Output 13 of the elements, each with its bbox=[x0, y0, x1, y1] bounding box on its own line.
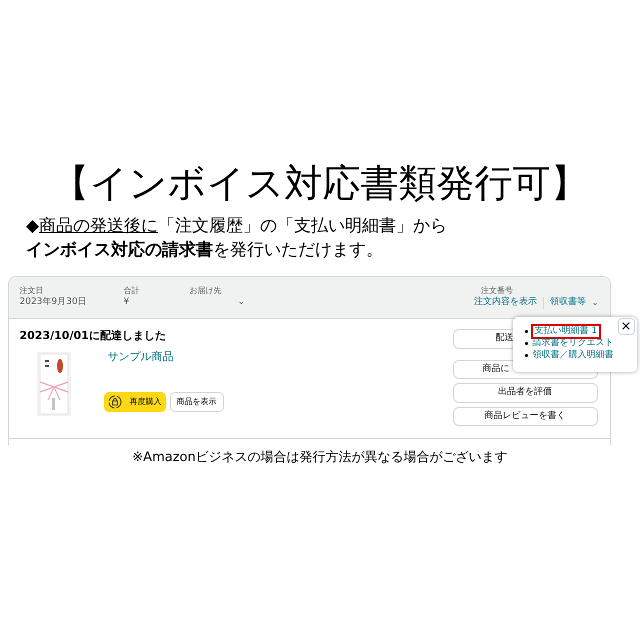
delivery-status: 2023/10/01に配達しました bbox=[20, 328, 166, 344]
intro-text: インボイス対応の請求書を発行いただけます。 bbox=[25, 239, 384, 262]
header-value: ¥ bbox=[124, 296, 130, 309]
header-label: 合計 bbox=[124, 285, 140, 296]
header-value: 2023年9月30日 bbox=[20, 296, 87, 309]
header-label: 注文日 bbox=[20, 285, 44, 296]
caret-icon: ⌄ bbox=[592, 296, 598, 308]
header-label: 注文番号 bbox=[480, 285, 513, 296]
headline: 【インボイス対応書類発行可】 bbox=[52, 160, 588, 206]
caret-icon: ⌄ bbox=[238, 296, 246, 309]
footnote: ※Amazonビジネスの場合は発行方法が異なる場合がございます bbox=[132, 449, 508, 467]
header-label: お届け先 bbox=[190, 285, 222, 296]
intro-text: ◆商品の発送後に「注文履歴」の「支払い明細書」から bbox=[25, 215, 448, 238]
